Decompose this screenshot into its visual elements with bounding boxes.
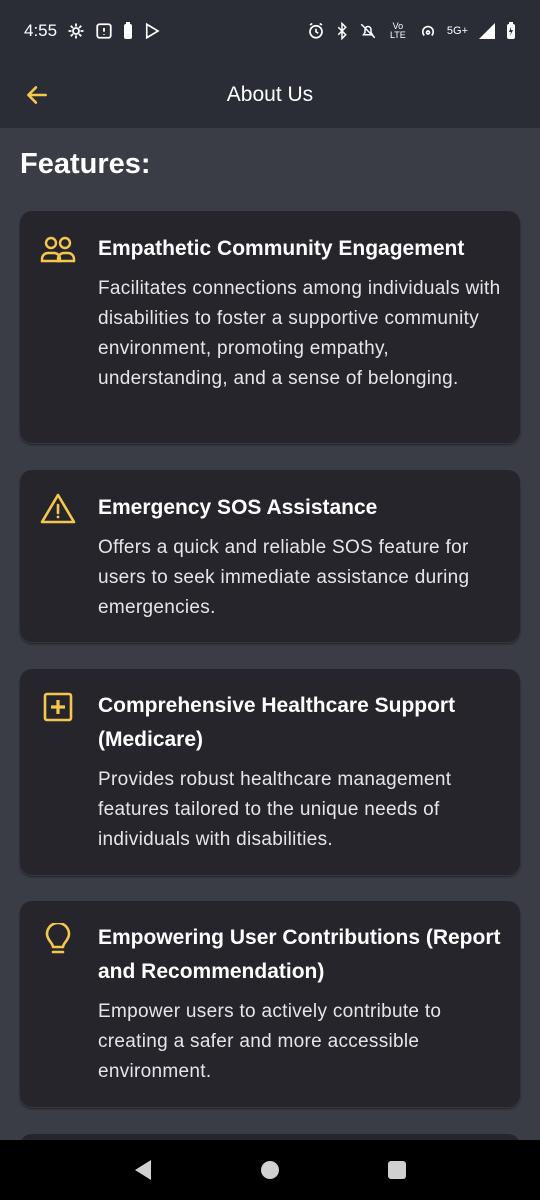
feature-description: Facilitates connections among individual… bbox=[98, 278, 501, 389]
warning-icon bbox=[40, 492, 76, 528]
features-content[interactable]: Features: Empathetic Community Engagemen… bbox=[0, 128, 540, 1140]
status-left: 4:55 bbox=[24, 21, 161, 41]
square-recents-icon bbox=[387, 1161, 406, 1179]
lightbulb-icon bbox=[40, 923, 76, 959]
back-button[interactable] bbox=[18, 76, 56, 114]
feature-title: Comprehensive Healthcare Support (Medica… bbox=[98, 694, 456, 751]
system-nav-bar bbox=[0, 1140, 540, 1200]
signal-icon bbox=[478, 22, 496, 40]
feature-description: Offers a quick and reliable SOS feature … bbox=[98, 537, 470, 618]
alarm-icon bbox=[307, 22, 325, 40]
nav-home-button[interactable] bbox=[250, 1150, 290, 1190]
feature-card-sos: Emergency SOS Assistance Offers a quick … bbox=[20, 470, 520, 642]
nav-recents-button[interactable] bbox=[377, 1150, 417, 1190]
page-title: About Us bbox=[226, 83, 314, 106]
people-icon bbox=[40, 235, 76, 271]
feature-card-community: Empathetic Community Engagement Facilita… bbox=[20, 211, 520, 443]
battery-saver-icon bbox=[123, 22, 133, 40]
settings-gear-icon bbox=[67, 22, 85, 40]
status-right: Vo LTE 5G+ bbox=[307, 22, 516, 40]
bluetooth-icon bbox=[335, 22, 349, 40]
feature-title: Empowering User Contributions (Report an… bbox=[98, 926, 501, 983]
arrow-left-icon bbox=[27, 86, 47, 104]
status-bar: 4:55 Vo LTE 5G+ bbox=[0, 0, 540, 62]
battery-icon bbox=[506, 22, 516, 40]
nav-back-button[interactable] bbox=[123, 1150, 163, 1190]
network-type-label: 5G+ bbox=[446, 25, 468, 37]
play-store-icon bbox=[143, 22, 161, 40]
feature-card-contributions: Empowering User Contributions (Report an… bbox=[20, 901, 520, 1107]
feature-card-healthcare: Comprehensive Healthcare Support (Medica… bbox=[20, 669, 520, 875]
triangle-back-icon bbox=[135, 1160, 152, 1180]
mute-icon bbox=[359, 22, 377, 40]
feature-description: Provides robust healthcare management fe… bbox=[98, 769, 452, 850]
volte-icon: Vo LTE bbox=[389, 21, 406, 40]
feature-description: Empower users to actively contribute to … bbox=[98, 1001, 442, 1082]
feature-title: Empathetic Community Engagement bbox=[98, 237, 465, 260]
hotspot-icon bbox=[419, 22, 437, 40]
medical-plus-icon bbox=[40, 691, 76, 727]
feature-title: Emergency SOS Assistance bbox=[98, 496, 378, 519]
circle-home-icon bbox=[260, 1161, 279, 1179]
status-time: 4:55 bbox=[24, 21, 58, 40]
notification-box-icon bbox=[95, 22, 113, 40]
section-title: Features: bbox=[20, 148, 151, 180]
app-bar: About Us bbox=[0, 62, 540, 128]
